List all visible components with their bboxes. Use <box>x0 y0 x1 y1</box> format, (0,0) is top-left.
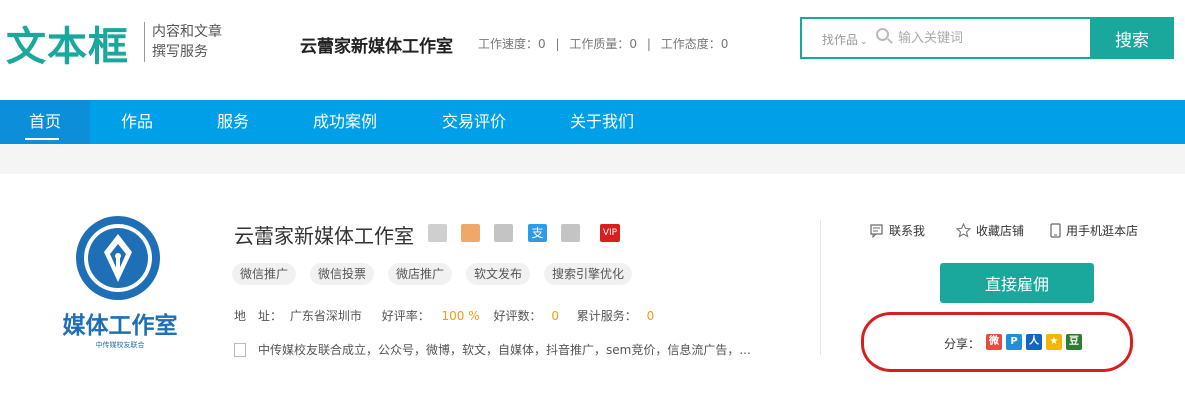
search-category-select[interactable]: 找作品 ⌄ <box>822 31 868 48</box>
tag-item[interactable]: 微店推广 <box>388 263 453 285</box>
share-label: 分享： <box>944 337 981 351</box>
search-button[interactable]: 搜索 <box>1090 17 1174 59</box>
shop-logo[interactable]: 媒体工作室 中传媒校友联合 <box>40 210 200 355</box>
search-category-label: 找作品 <box>822 33 859 47</box>
divider-band <box>0 144 1185 174</box>
tag-item[interactable]: 软文发布 <box>466 263 531 285</box>
logo-divider <box>144 22 145 62</box>
phone-icon <box>1050 223 1061 238</box>
nav-item-home[interactable]: 首页 <box>0 100 90 144</box>
stat-separator: | <box>646 37 651 51</box>
shop-info: 地 址： 广东省深圳市 好评率： 100 % 好评数： 0 累计服务： 0 <box>234 307 654 324</box>
id-card-icon[interactable] <box>461 224 480 242</box>
document-icon <box>234 343 246 357</box>
alipay-icon[interactable]: 支 <box>528 224 547 242</box>
vertical-divider <box>820 220 821 355</box>
pen-nib-logo-icon: 媒体工作室 中传媒校友联合 <box>63 216 178 349</box>
nav-item-works[interactable]: 作品 <box>100 100 174 144</box>
logo-slogan: 内容和文章 撰写服务 <box>152 22 222 62</box>
search-input[interactable] <box>898 27 1084 49</box>
header: 文本框 内容和文章 撰写服务 云蕾家新媒体工作室 工作速度：0 | 工作质量：0… <box>0 0 1185 100</box>
nav-item-cases[interactable]: 成功案例 <box>300 100 390 144</box>
favorite-shop-button[interactable]: 收藏店铺 <box>956 222 1024 239</box>
tag-item[interactable]: 微信投票 <box>310 263 375 285</box>
slogan-line-1: 内容和文章 <box>152 24 222 40</box>
stat-speed: 工作速度：0 <box>478 37 546 51</box>
star-icon <box>956 223 971 238</box>
shop-logo-subtitle: 中传媒校友联合 <box>96 340 145 349</box>
stat-quality: 工作质量：0 <box>569 37 637 51</box>
bank-card-icon[interactable] <box>428 224 447 242</box>
mobile-label: 用手机逛本店 <box>1066 224 1139 238</box>
nav-item-services[interactable]: 服务 <box>196 100 270 144</box>
message-icon <box>870 224 883 238</box>
slogan-line-2: 撰写服务 <box>152 44 208 60</box>
favorite-label: 收藏店铺 <box>976 224 1025 238</box>
email-icon[interactable] <box>494 224 513 242</box>
site-logo[interactable]: 文本框 <box>6 14 129 72</box>
search-box: 找作品⌄ 搜索 <box>800 17 1174 59</box>
tag-item[interactable]: 微信推广 <box>232 263 297 285</box>
stat-separator: | <box>555 37 560 51</box>
qzone-share-icon[interactable]: P <box>1006 334 1022 350</box>
shop-description: 中传媒校友联合成立，公众号，微博，软文，自媒体，抖音推广，sem竞价，信息流广告… <box>234 341 751 358</box>
description-text: 中传媒校友联合成立，公众号，微博，软文，自媒体，抖音推广，sem竞价，信息流广告… <box>258 343 751 357</box>
rate-label: 好评率： <box>381 309 430 323</box>
rate-value: 100 % <box>441 309 480 323</box>
nav-item-about[interactable]: 关于我们 <box>556 100 648 144</box>
contact-label: 联系我 <box>889 224 926 238</box>
hire-button[interactable]: 直接雇佣 <box>940 263 1094 303</box>
address-label: 地 址： <box>234 309 283 323</box>
tag-item[interactable]: 搜索引擎优化 <box>544 263 633 285</box>
stat-attitude: 工作态度：0 <box>660 37 729 51</box>
mobile-shop-button[interactable]: 用手机逛本店 <box>1050 222 1138 239</box>
certificate-icon[interactable] <box>561 224 580 242</box>
header-stats: 工作速度：0 | 工作质量：0 | 工作态度：0 <box>478 35 734 52</box>
shop-logo-title: 媒体工作室 <box>63 312 178 339</box>
main-nav: 首页 作品 服务 成功案例 交易评价 关于我们 <box>0 100 1185 144</box>
reviews-value: 0 <box>551 309 559 323</box>
qq-share-icon[interactable]: ★ <box>1046 334 1062 350</box>
weibo-share-icon[interactable]: 微 <box>986 334 1002 350</box>
chevron-down-icon: ⌄ <box>860 37 868 47</box>
served-value: 0 <box>646 309 655 323</box>
header-shop-name: 云蕾家新媒体工作室 <box>300 37 453 57</box>
douban-share-icon[interactable]: 豆 <box>1066 334 1082 350</box>
served-label: 累计服务： <box>576 309 637 323</box>
renren-share-icon[interactable]: 人 <box>1026 334 1042 350</box>
vip-badge[interactable]: VIP <box>600 224 620 242</box>
contact-button[interactable]: 联系我 <box>870 222 925 239</box>
reviews-label: 好评数： <box>493 309 542 323</box>
search-icon <box>876 28 889 41</box>
nav-item-reviews[interactable]: 交易评价 <box>428 100 520 144</box>
address-value: 广东省深圳市 <box>289 309 362 323</box>
shop-title: 云蕾家新媒体工作室 <box>234 224 414 248</box>
